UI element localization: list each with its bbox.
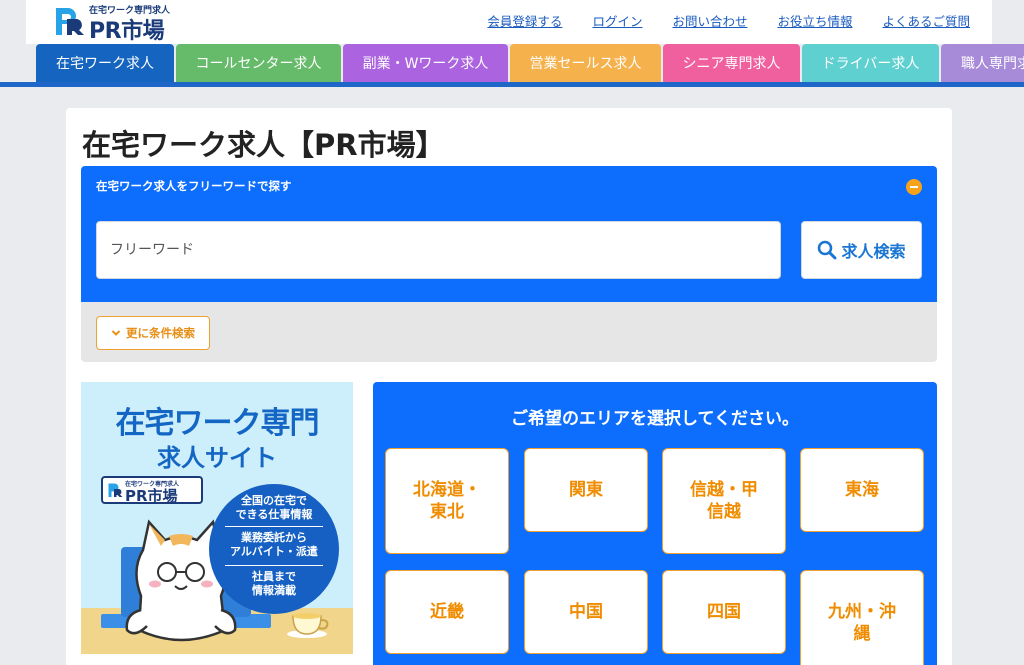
area-label: 近畿 [430, 602, 464, 622]
advanced-search-label: 更に条件検索 [126, 326, 195, 340]
area-heading: ご希望のエリアを選択してください。 [511, 409, 799, 429]
search-button-label: 求人検索 [841, 242, 906, 261]
search-heading: 在宅ワーク求人をフリーワードで探す [96, 179, 292, 193]
banner-logo-title: PR市場 [125, 487, 178, 505]
area-label: 関東 [569, 480, 603, 500]
banner-features-circle: 全国の在宅で できる仕事情報 業務委託から アルバイト・派遣 社員まで 情報満載 [209, 484, 339, 614]
banner-feature-2b: アルバイト・派遣 [230, 545, 318, 558]
divider [225, 565, 323, 566]
site-logo[interactable]: 在宅ワーク専門求人 PR市場 [53, 3, 193, 44]
header-links: 会員登録する ログイン お問い合わせ お役立ち情報 よくあるご質問 [487, 11, 970, 30]
area-button-kyushu-okinawa[interactable]: 九州・沖縄 [800, 570, 924, 665]
banner-subheadline: 求人サイト [157, 444, 277, 472]
pr-logo-icon [108, 483, 123, 497]
freeword-search-panel: 在宅ワーク求人をフリーワードで探す 求人検索 [81, 166, 937, 302]
chevron-down-icon [111, 330, 121, 336]
banner-feature-1a: 全国の在宅で [241, 494, 307, 507]
area-button-shinetsu-koshinetsu[interactable]: 信越・甲 信越 [662, 448, 786, 554]
tab-senior[interactable]: シニア専門求人 [663, 44, 800, 82]
contact-link[interactable]: お問い合わせ [672, 11, 747, 30]
area-label: 中国 [569, 602, 603, 622]
collapse-toggle-button[interactable] [906, 179, 922, 195]
site-header: 在宅ワーク専門求人 PR市場 会員登録する ログイン お問い合わせ お役立ち情報… [26, 0, 992, 44]
faq-link[interactable]: よくあるご質問 [882, 11, 970, 30]
area-label-line1: 北海道・ [413, 480, 481, 500]
area-button-kanto[interactable]: 関東 [524, 448, 648, 532]
tab-side-job[interactable]: 副業・Wワーク求人 [343, 44, 508, 82]
tab-craftsman[interactable]: 職人専門求 [941, 44, 1024, 82]
area-label-line1: 信越・甲 [690, 480, 758, 500]
area-label: 信越・甲 信越 [690, 479, 758, 523]
pr-logo-icon [56, 8, 84, 35]
banner-logo: 在宅ワーク専門求人 PR市場 [101, 476, 203, 505]
divider [225, 526, 323, 527]
tab-underline [0, 82, 1024, 87]
area-button-kinki[interactable]: 近畿 [385, 570, 509, 654]
area-label: 四国 [707, 602, 741, 622]
tab-call-center[interactable]: コールセンター求人 [176, 44, 341, 82]
freeword-input[interactable] [96, 221, 781, 279]
banner-feature-3a: 社員まで [252, 570, 296, 583]
banner-feature-2a: 業務委託から [241, 531, 307, 544]
area-selection-panel: ご希望のエリアを選択してください。 北海道・ 東北 関東 信越・甲 信越 東海 近畿… [373, 382, 937, 665]
area-label: 九州・沖縄 [828, 601, 896, 645]
banner-headline: 在宅ワーク専門 [115, 406, 320, 441]
coffee-cup-icon [287, 613, 329, 638]
category-tabs: 在宅ワーク求人 コールセンター求人 副業・Wワーク求人 営業セールス求人 シニア… [36, 44, 1024, 82]
tab-driver[interactable]: ドライバー求人 [802, 44, 939, 82]
banner-feature-1b: できる仕事情報 [235, 508, 313, 521]
area-label-line2: 信越 [707, 502, 741, 522]
area-button-chugoku[interactable]: 中国 [524, 570, 648, 654]
useful-info-link[interactable]: お役立ち情報 [777, 11, 852, 30]
page-title: 在宅ワーク求人【PR市場】 [82, 128, 445, 162]
area-button-shikoku[interactable]: 四国 [662, 570, 786, 654]
register-link[interactable]: 会員登録する [487, 11, 562, 30]
minus-icon [910, 186, 918, 188]
area-button-tokai[interactable]: 東海 [800, 448, 924, 532]
area-label: 東海 [845, 480, 879, 500]
area-button-hokkaido-tohoku[interactable]: 北海道・ 東北 [385, 448, 509, 554]
advanced-search-row: 更に条件検索 [81, 302, 937, 362]
promo-banner[interactable]: 在宅ワーク専門 求人サイト 在宅ワーク専門求人 PR市場 全国の在宅で できる仕… [81, 382, 353, 654]
login-link[interactable]: ログイン [592, 11, 642, 30]
logo-title: PR市場 [89, 19, 165, 44]
tab-sales[interactable]: 営業セールス求人 [510, 44, 661, 82]
area-label-line1: 九州・沖 [828, 602, 896, 622]
area-label: 北海道・ 東北 [413, 479, 481, 523]
advanced-search-button[interactable]: 更に条件検索 [96, 316, 210, 350]
banner-feature-3b: 情報満載 [252, 584, 296, 597]
search-icon [818, 240, 837, 260]
job-search-button[interactable]: 求人検索 [801, 221, 922, 279]
tab-remote-work[interactable]: 在宅ワーク求人 [36, 44, 174, 82]
area-label-line2: 縄 [853, 624, 871, 644]
main-content: 在宅ワーク求人【PR市場】 在宅ワーク求人をフリーワードで探す 求人検索 更に条… [66, 108, 952, 665]
area-label-line2: 東北 [430, 502, 464, 522]
